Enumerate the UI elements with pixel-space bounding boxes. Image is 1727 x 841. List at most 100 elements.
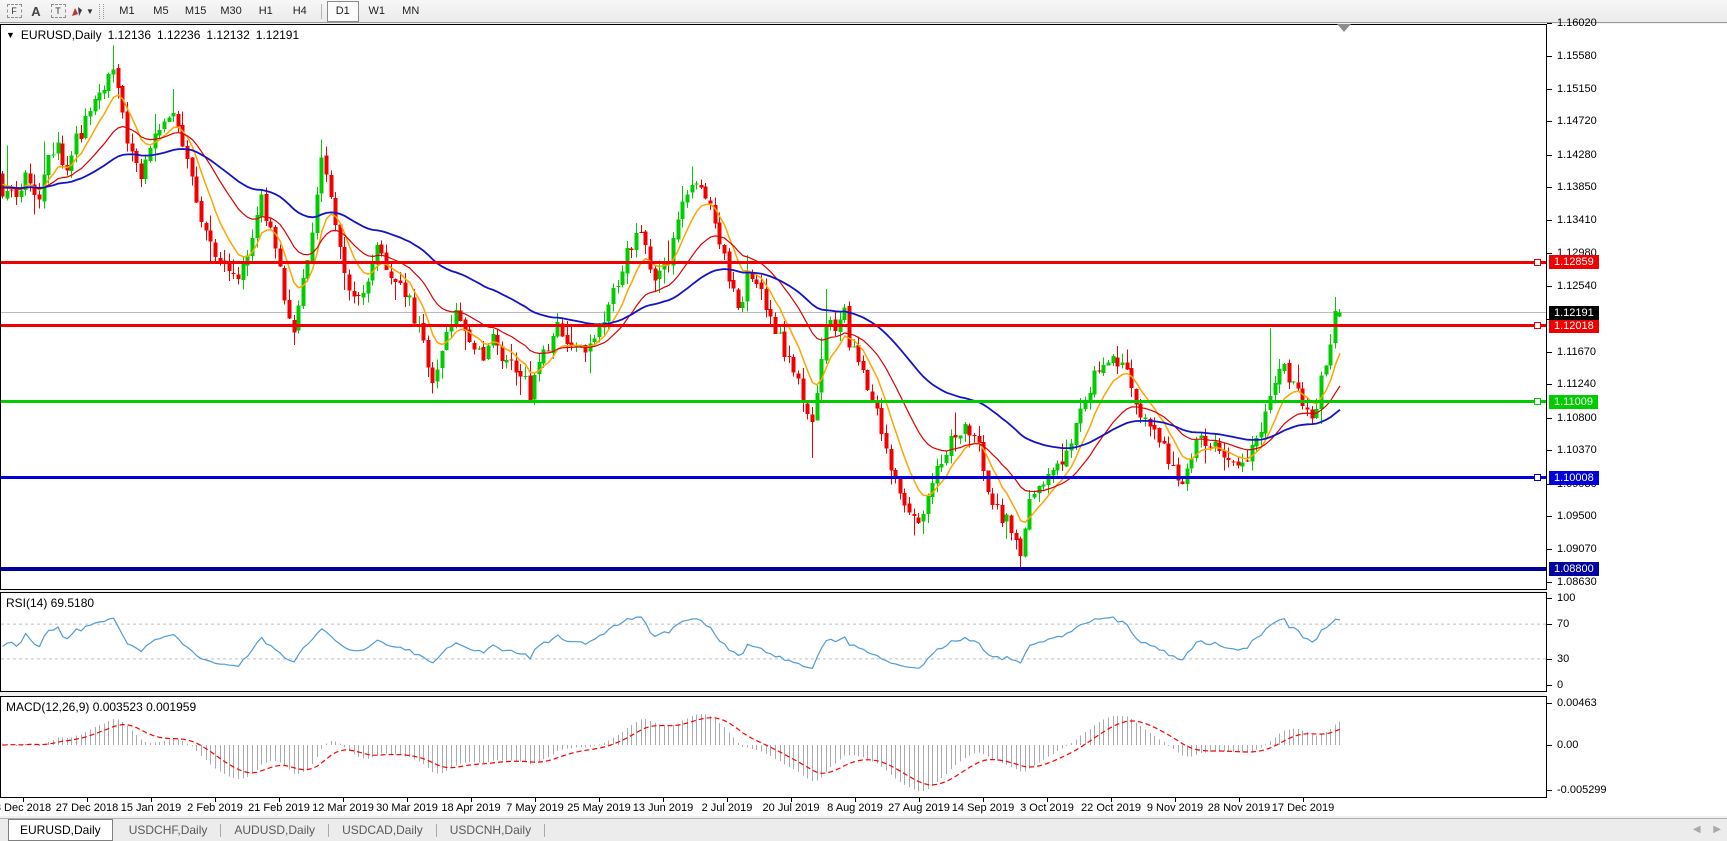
line-handle[interactable] [1534, 259, 1541, 266]
ma-slow-line [3, 149, 1341, 448]
macd-tick [1547, 790, 1552, 791]
macd-signal-line [3, 718, 1341, 785]
horizontal-line-1.10008[interactable] [1, 476, 1546, 479]
fibonacci-tool-button[interactable]: F [4, 2, 24, 21]
line-handle[interactable] [1534, 474, 1541, 481]
chevron-down-icon: ▼ [86, 7, 94, 16]
timeframe-button-d1[interactable]: D1 [327, 1, 359, 22]
timeframe-button-h4[interactable]: H4 [284, 1, 316, 22]
chart-tab-usdchf[interactable]: USDCHF,Daily [118, 820, 219, 840]
ma-fast-line [3, 95, 1341, 522]
chart-collapse-icon[interactable]: ▼ [6, 30, 15, 40]
rsi-line [3, 617, 1341, 668]
rsi-axis-label: 30 [1557, 653, 1569, 665]
date-label: 3 Oct 2019 [1020, 802, 1074, 814]
date-label: 17 Dec 2019 [1272, 802, 1334, 814]
timeframe-button-w1[interactable]: W1 [361, 1, 393, 22]
chart-tab-eurusd[interactable]: EURUSD,Daily [8, 819, 113, 841]
horizontal-line-1.08800[interactable] [1, 567, 1546, 571]
date-label: 9 Nov 2019 [1147, 802, 1203, 814]
line-price-badge: 1.12018 [1549, 319, 1599, 333]
macd-tick [1547, 745, 1552, 746]
timeframe-button-h1[interactable]: H1 [250, 1, 282, 22]
horizontal-line-1.12859[interactable] [1, 261, 1546, 264]
rsi-label: RSI(14) 69.5180 [6, 596, 94, 610]
ma-medium-line [3, 127, 1341, 492]
rsi-tick [1547, 598, 1552, 599]
tab-scroll-right-icon[interactable]: ▶ [1713, 824, 1721, 835]
text-tool-button[interactable]: A [26, 2, 46, 21]
price-tick-label: 1.12540 [1557, 280, 1597, 292]
price-tick [1547, 89, 1552, 90]
price-tick-label: 1.14280 [1557, 149, 1597, 161]
price-tick [1547, 549, 1552, 550]
price-tick [1547, 450, 1552, 451]
time-scale[interactable]: 8 Dec 201827 Dec 201815 Jan 20192 Feb 20… [0, 798, 1727, 816]
rsi-axis-label: 0 [1557, 679, 1563, 691]
date-label: 20 Jul 2019 [763, 802, 820, 814]
label-tool-button[interactable]: T [48, 2, 68, 21]
line-price-badge: 1.12859 [1549, 255, 1599, 269]
timeframe-button-m15[interactable]: M15 [179, 1, 212, 22]
tab-scroll-left-icon[interactable]: ◀ [1693, 824, 1701, 835]
line-handle[interactable] [1534, 322, 1541, 329]
price-tick [1547, 23, 1552, 24]
arrows-tool-button[interactable]: ▼ [70, 2, 94, 21]
date-label: 2 Jul 2019 [702, 802, 753, 814]
date-label: 28 Nov 2019 [1208, 802, 1270, 814]
price-tick [1547, 516, 1552, 517]
macd-chart [1, 697, 1546, 797]
price-tick-label: 1.10800 [1557, 412, 1597, 424]
chart-shift-marker-icon[interactable] [1337, 24, 1351, 32]
timeframe-toolbar: M1M5M15M30H1H4 D1W1MN [110, 1, 428, 22]
rsi-panel[interactable]: RSI(14) 69.5180 [0, 592, 1547, 692]
date-label: 27 Aug 2019 [888, 802, 950, 814]
ohlc-open: 1.12136 [108, 28, 151, 42]
price-tick [1547, 418, 1552, 419]
chart-tab-usdcnh[interactable]: USDCNH,Daily [439, 820, 542, 840]
horizontal-line-1.12018[interactable] [1, 324, 1546, 327]
date-label: 14 Sep 2019 [952, 802, 1014, 814]
label-icon: T [51, 4, 66, 18]
line-handle[interactable] [1534, 398, 1541, 405]
price-tick-label: 1.10370 [1557, 444, 1597, 456]
tab-separator [220, 824, 221, 837]
timeframe-button-m5[interactable]: M5 [145, 1, 177, 22]
price-tick-label: 1.16020 [1557, 17, 1597, 29]
price-chart-panel[interactable]: ▼ EURUSD,Daily 1.12136 1.12236 1.12132 1… [0, 24, 1547, 590]
line-price-badge: 1.10008 [1549, 471, 1599, 485]
timeframe-button-m30[interactable]: M30 [214, 1, 247, 22]
price-tick [1547, 384, 1552, 385]
horizontal-line-1.11009[interactable] [1, 400, 1546, 403]
timeframe-button-m1[interactable]: M1 [111, 1, 143, 22]
price-tick-label: 1.09070 [1557, 543, 1597, 555]
price-tick [1547, 121, 1552, 122]
date-label: 8 Aug 2019 [827, 802, 883, 814]
date-label: 8 Dec 2018 [0, 802, 51, 814]
tab-separator [544, 824, 545, 837]
top-toolbar: F A T ▼ M1M5M15M30H1H4 D1W1MN [0, 0, 1727, 23]
macd-panel[interactable]: MACD(12,26,9) 0.003523 0.001959 [0, 696, 1547, 798]
chart-tab-bar: EURUSD,DailyUSDCHF,DailyAUDUSD,DailyUSDC… [0, 818, 1727, 841]
date-label: 13 Jun 2019 [633, 802, 694, 814]
price-tick-label: 1.14720 [1557, 115, 1597, 127]
price-tick-label: 1.11670 [1557, 346, 1596, 358]
mt4-window: { "toolbar": { "tool_icons": [ {"name": … [0, 0, 1727, 841]
date-label: 7 May 2019 [506, 802, 563, 814]
ohlc-high: 1.12236 [157, 28, 200, 42]
price-scale[interactable]: 1.160201.155801.151501.147201.142801.138… [1547, 24, 1727, 798]
price-tick [1547, 286, 1552, 287]
chart-tab-usdcad[interactable]: USDCAD,Daily [331, 820, 434, 840]
rsi-tick [1547, 685, 1552, 686]
fibonacci-icon: F [7, 4, 22, 18]
current-price-badge: 1.12191 [1549, 306, 1599, 320]
chart-tab-audusd[interactable]: AUDUSD,Daily [223, 820, 326, 840]
date-label: 21 Feb 2019 [248, 802, 310, 814]
price-tick [1547, 56, 1552, 57]
chart-ohlc-header: ▼ EURUSD,Daily 1.12136 1.12236 1.12132 1… [6, 28, 305, 42]
line-price-badge: 1.11009 [1549, 395, 1598, 409]
rsi-chart [1, 593, 1546, 691]
timeframe-button-mn[interactable]: MN [395, 1, 427, 22]
arrows-icon [70, 5, 84, 18]
chart-symbol: EURUSD,Daily [21, 28, 102, 42]
